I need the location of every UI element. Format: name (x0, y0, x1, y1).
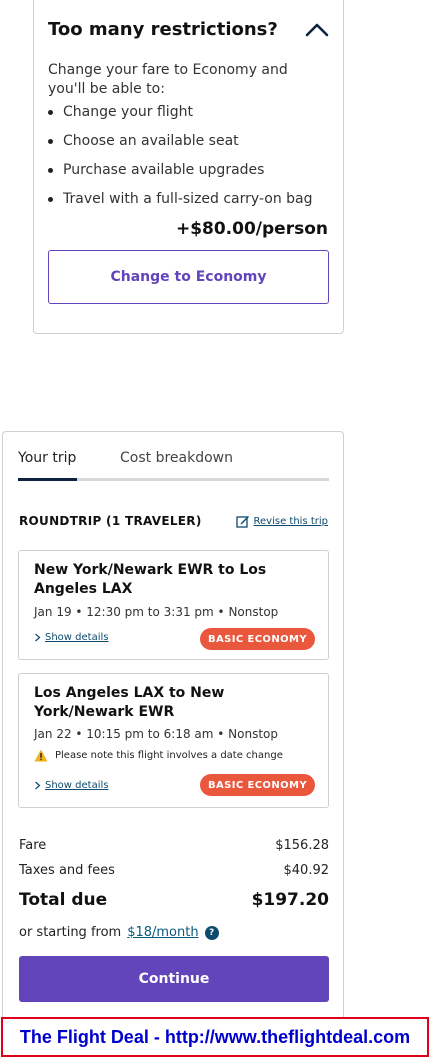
revise-trip-link[interactable]: Revise this trip (235, 514, 328, 528)
total-value: $197.20 (251, 890, 329, 910)
fare-label: Fare (19, 838, 47, 853)
fare-class-badge: BASIC ECONOMY (199, 628, 315, 650)
fare-row: Fare $156.28 (19, 838, 329, 853)
benefit-item: Choose an available seat (48, 132, 313, 161)
fare-value: $156.28 (275, 838, 329, 853)
date-change-warning: Please note this flight involves a date … (34, 749, 283, 762)
help-icon[interactable]: ? (204, 925, 219, 940)
roundtrip-label: ROUNDTRIP (1 TRAVELER) (19, 514, 202, 528)
monthly-financing: or starting from $18/month ? (19, 925, 219, 940)
monthly-payment-link[interactable]: $18/month (127, 925, 198, 940)
benefit-item: Change your flight (48, 103, 313, 132)
total-label: Total due (19, 890, 108, 910)
upgrade-price: +$80.00/person (175, 219, 328, 239)
monthly-prefix: or starting from (19, 925, 122, 940)
taxes-label: Taxes and fees (19, 863, 115, 878)
benefits-list: Change your flight Choose an available s… (48, 103, 313, 219)
revise-label: Revise this trip (253, 515, 328, 527)
panel-title: Too many restrictions? (48, 19, 278, 40)
change-to-economy-button[interactable]: Change to Economy (48, 250, 329, 304)
edit-icon (235, 516, 249, 528)
segment-time: Jan 19 • 12:30 pm to 3:31 pm • Nonstop (34, 605, 279, 619)
panel-intro: Change your fare to Economy and you'll b… (48, 62, 288, 97)
continue-button[interactable]: Continue (19, 956, 329, 1002)
benefit-item: Purchase available upgrades (48, 161, 313, 190)
chevron-right-icon (35, 633, 41, 642)
segment-time: Jan 22 • 10:15 pm to 6:18 am • Nonstop (34, 727, 279, 741)
fare-upgrade-panel: Too many restrictions? Change your fare … (33, 0, 344, 334)
warning-text: Please note this flight involves a date … (55, 750, 283, 761)
fare-class-badge: BASIC ECONOMY (199, 774, 315, 796)
warning-icon (34, 749, 48, 762)
segment-route: Los Angeles LAX to New York/Newark EWR (34, 685, 225, 720)
benefit-item: Travel with a full-sized carry-on bag (48, 190, 313, 219)
total-row: Total due $197.20 (19, 890, 329, 910)
taxes-value: $40.92 (283, 863, 330, 878)
segment-route: New York/Newark EWR to Los Angeles LAX (34, 562, 267, 597)
chevron-right-icon (35, 781, 41, 790)
chevron-up-icon[interactable] (305, 21, 329, 37)
show-details-link[interactable]: Show details (34, 632, 108, 643)
flight-segment: New York/Newark EWR to Los Angeles LAX J… (18, 550, 329, 660)
show-details-label: Show details (45, 632, 109, 643)
flight-segment: Los Angeles LAX to New York/Newark EWR J… (18, 673, 329, 808)
site-banner: The Flight Deal - http://www.theflightde… (1, 1017, 429, 1057)
show-details-label: Show details (45, 780, 109, 791)
tab-your-trip[interactable]: Your trip (18, 450, 77, 481)
trip-summary-card: Your trip Cost breakdown ROUNDTRIP (1 TR… (2, 431, 344, 1031)
tab-cost-breakdown[interactable]: Cost breakdown (120, 450, 233, 478)
taxes-row: Taxes and fees $40.92 (19, 863, 329, 878)
show-details-link[interactable]: Show details (34, 780, 108, 791)
trip-tabs: Your trip Cost breakdown (18, 450, 329, 481)
